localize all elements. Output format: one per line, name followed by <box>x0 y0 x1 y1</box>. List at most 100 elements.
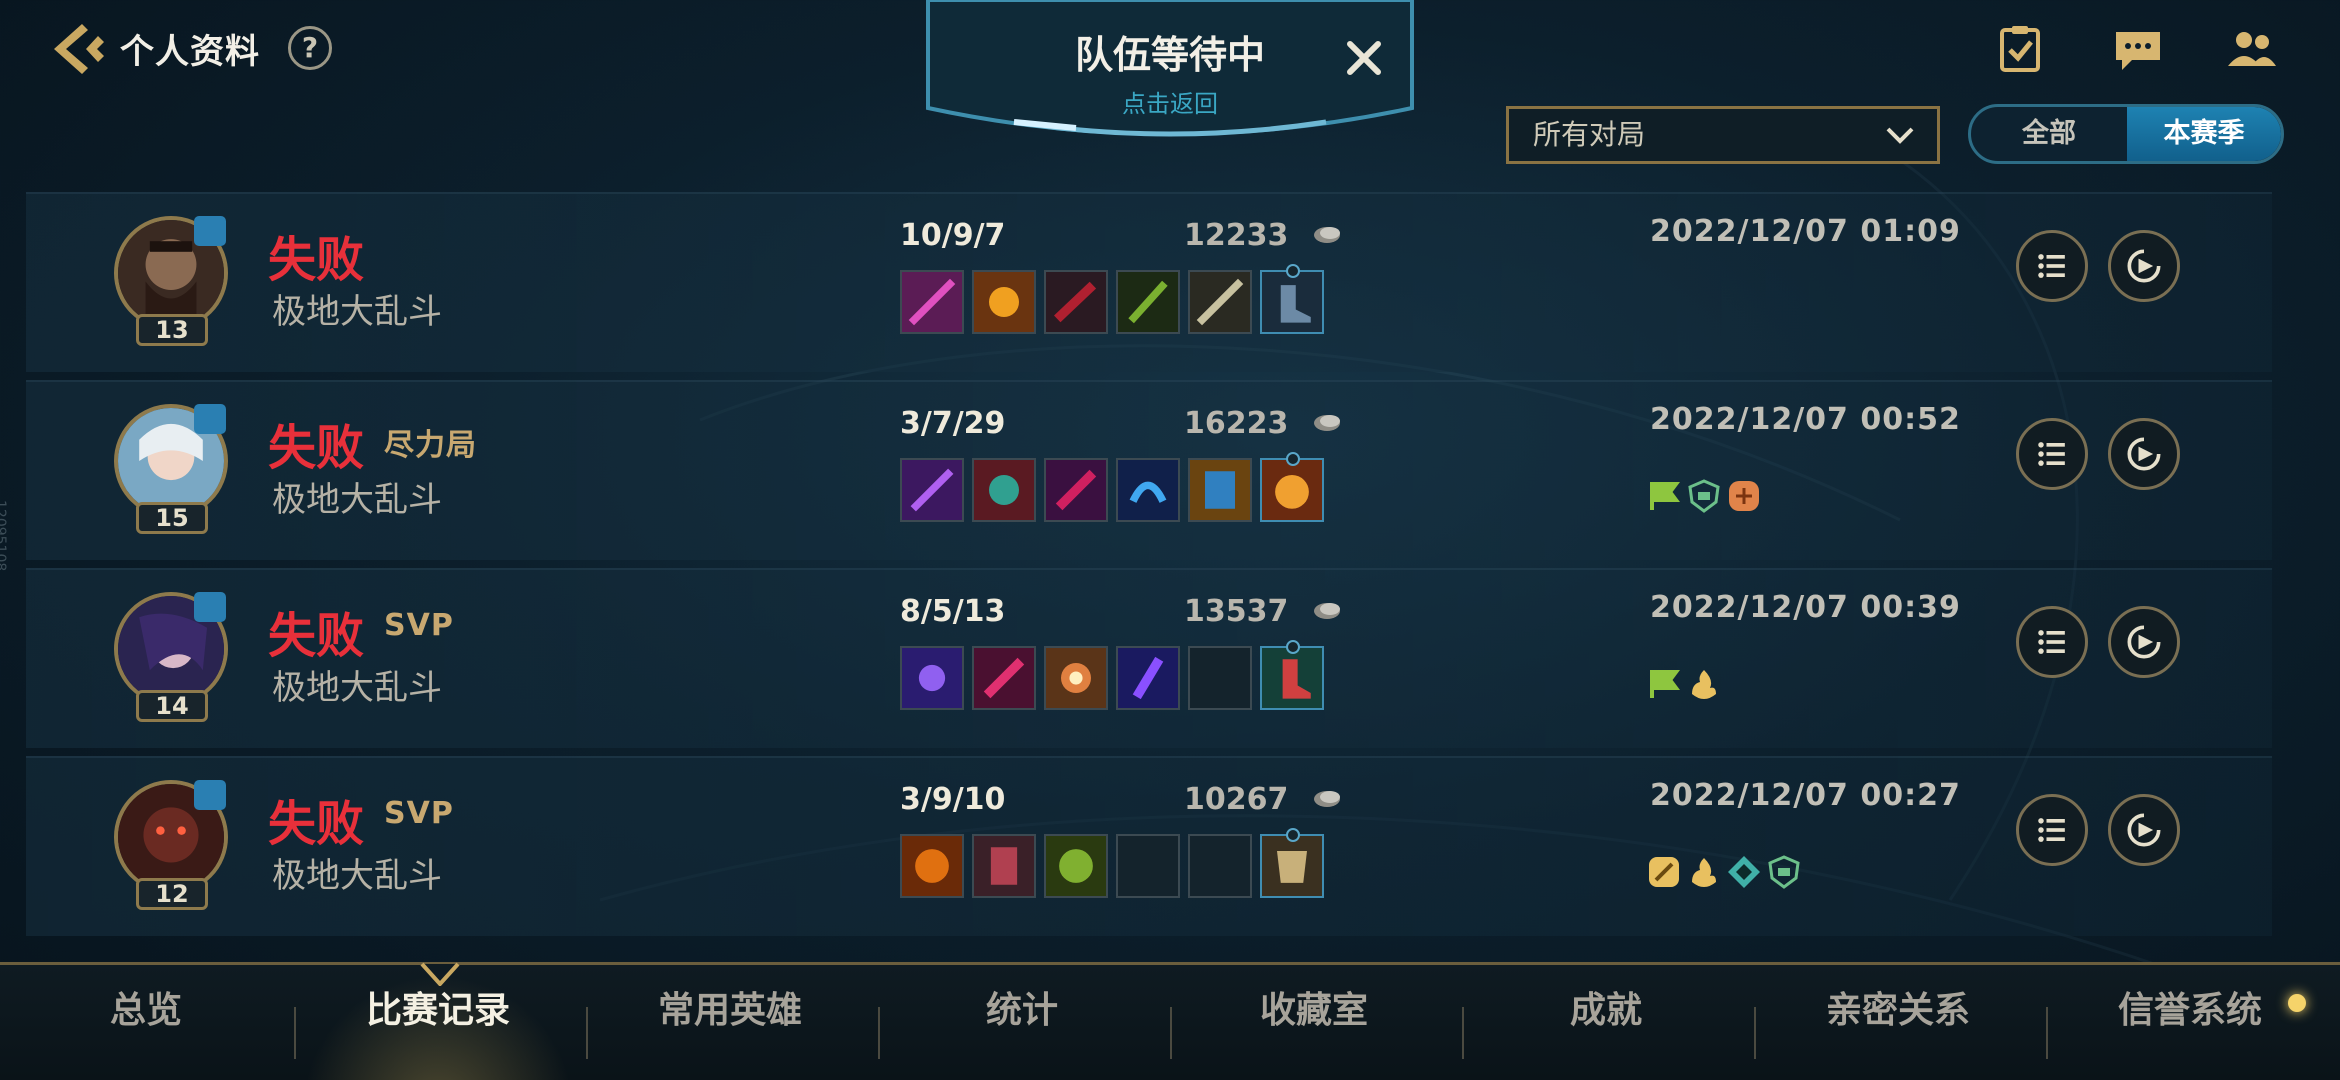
item-slot[interactable] <box>1116 646 1180 710</box>
match-result: 失败 <box>268 608 365 664</box>
match-row[interactable]: 14 失败 SVP 极地大乱斗 8/5/13 13537 2022/12/07 … <box>26 568 2272 748</box>
flag-icon <box>1650 482 1680 510</box>
match-row[interactable]: 13 失败 极地大乱斗 10/9/7 12233 2022/12/07 01:0… <box>26 192 2272 372</box>
details-button[interactable] <box>2016 418 2088 490</box>
flame-icon <box>1692 858 1716 887</box>
tab-overview[interactable]: 总览 <box>0 965 292 1080</box>
item-slot[interactable] <box>972 270 1036 334</box>
game-mode: 极地大乱斗 <box>272 480 442 520</box>
match-date: 2022/12/07 00:39 <box>1650 590 1961 625</box>
tab-achievements[interactable]: 成就 <box>1460 965 1752 1080</box>
back-button[interactable] <box>48 18 110 80</box>
match-tag: SVP <box>384 608 454 643</box>
item-slot-empty[interactable] <box>1116 834 1180 898</box>
replay-button[interactable] <box>2108 230 2180 302</box>
tab-favorite-champions[interactable]: 常用英雄 <box>584 965 876 1080</box>
champion-level: 13 <box>136 314 208 346</box>
gold-icon <box>1314 603 1340 619</box>
season-option-current[interactable]: 本赛季 <box>2127 107 2281 161</box>
chat-icon[interactable] <box>2112 24 2164 76</box>
diamond-shield-icon <box>1728 856 1760 888</box>
help-icon[interactable]: ? <box>288 26 332 70</box>
match-date: 2022/12/07 00:52 <box>1650 402 1961 437</box>
item-slot[interactable] <box>1116 270 1180 334</box>
tab-collection[interactable]: 收藏室 <box>1168 965 1460 1080</box>
sword-badge-icon <box>1649 857 1679 887</box>
item-slot[interactable] <box>900 834 964 898</box>
task-checklist-icon[interactable] <box>1994 24 2046 76</box>
champion-level: 14 <box>136 690 208 722</box>
boots-slot[interactable] <box>1260 452 1324 522</box>
item-slot[interactable] <box>900 646 964 710</box>
gold-earned: 12233 <box>1184 218 1289 253</box>
replay-button[interactable] <box>2108 606 2180 678</box>
tab-statistics[interactable]: 统计 <box>876 965 1168 1080</box>
match-row[interactable]: 12 失败 SVP 极地大乱斗 3/9/10 10267 2022/12/07 … <box>26 756 2272 936</box>
item-slot[interactable] <box>900 270 964 334</box>
item-slot[interactable] <box>1044 834 1108 898</box>
match-result: 失败 <box>268 232 365 288</box>
match-tag: SVP <box>384 796 454 831</box>
party-icon <box>194 780 226 810</box>
item-slot[interactable] <box>900 458 964 522</box>
tab-honor-system[interactable]: 信誉系统 <box>2044 965 2336 1080</box>
item-slot[interactable] <box>1044 270 1108 334</box>
queue-title: 队伍等待中 <box>1074 33 1265 77</box>
tab-relationships[interactable]: 亲密关系 <box>1752 965 2044 1080</box>
orange-badge-icon <box>1729 481 1759 511</box>
item-slot[interactable] <box>972 458 1036 522</box>
close-icon[interactable] <box>1344 38 1384 78</box>
active-tab-pointer-icon <box>420 962 460 986</box>
replay-button[interactable] <box>2108 418 2180 490</box>
details-button[interactable] <box>2016 794 2088 866</box>
replay-button[interactable] <box>2108 794 2180 866</box>
party-icon <box>194 592 226 622</box>
item-slot[interactable] <box>1044 646 1108 710</box>
match-date: 2022/12/07 01:09 <box>1650 214 1961 249</box>
item-slot[interactable] <box>1188 458 1252 522</box>
party-icon <box>194 216 226 246</box>
gold-icon <box>1314 791 1340 807</box>
details-button[interactable] <box>2016 606 2088 678</box>
side-code: 12095108 <box>0 500 8 572</box>
kda: 3/9/10 <box>900 782 1006 817</box>
item-slot[interactable] <box>972 646 1036 710</box>
item-slot[interactable] <box>1044 458 1108 522</box>
boots-slot[interactable] <box>1260 828 1324 898</box>
item-slot[interactable] <box>1188 270 1252 334</box>
details-button[interactable] <box>2016 230 2088 302</box>
bottom-nav: 总览 比赛记录 常用英雄 统计 收藏室 成就 亲密关系 信誉系统 <box>0 962 2340 1080</box>
chevron-down-icon <box>1886 127 1914 144</box>
shield-icon <box>1688 479 1720 513</box>
item-slot[interactable] <box>1116 458 1180 522</box>
back-arrow-icon <box>54 24 104 74</box>
match-row[interactable]: 15 失败 尽力局 极地大乱斗 3/7/29 16223 2022/12/07 … <box>26 380 2272 560</box>
match-result: 失败 <box>268 420 365 476</box>
list-icon <box>2038 254 2065 278</box>
item-slot-empty[interactable] <box>1188 834 1252 898</box>
page-title: 个人资料 <box>120 32 260 72</box>
queue-return-link[interactable]: 点击返回 <box>926 84 1414 119</box>
party-icon <box>194 404 226 434</box>
match-type-select[interactable]: 所有对局 <box>1506 106 1940 164</box>
gold-icon <box>1314 227 1340 243</box>
list-icon <box>2038 630 2065 654</box>
boots-slot[interactable] <box>1260 264 1324 334</box>
item-slot[interactable] <box>972 834 1036 898</box>
game-mode: 极地大乱斗 <box>272 668 442 708</box>
gold-icon <box>1314 415 1340 431</box>
season-toggle[interactable]: 全部 本赛季 <box>1968 104 2284 164</box>
queue-status-panel[interactable]: 队伍等待中 点击返回 <box>926 0 1414 140</box>
gold-earned: 10267 <box>1184 782 1289 817</box>
list-icon <box>2038 818 2065 842</box>
match-date: 2022/12/07 00:27 <box>1650 778 1961 813</box>
friends-icon[interactable] <box>2226 24 2278 76</box>
match-result: 失败 <box>268 796 365 852</box>
champion-level: 15 <box>136 502 208 534</box>
champion-level: 12 <box>136 878 208 910</box>
season-option-all[interactable]: 全部 <box>1971 107 2127 161</box>
replay-icon <box>2127 437 2161 471</box>
boots-slot[interactable] <box>1260 640 1324 710</box>
item-slot-empty[interactable] <box>1188 646 1252 710</box>
gold-earned: 13537 <box>1184 594 1289 629</box>
